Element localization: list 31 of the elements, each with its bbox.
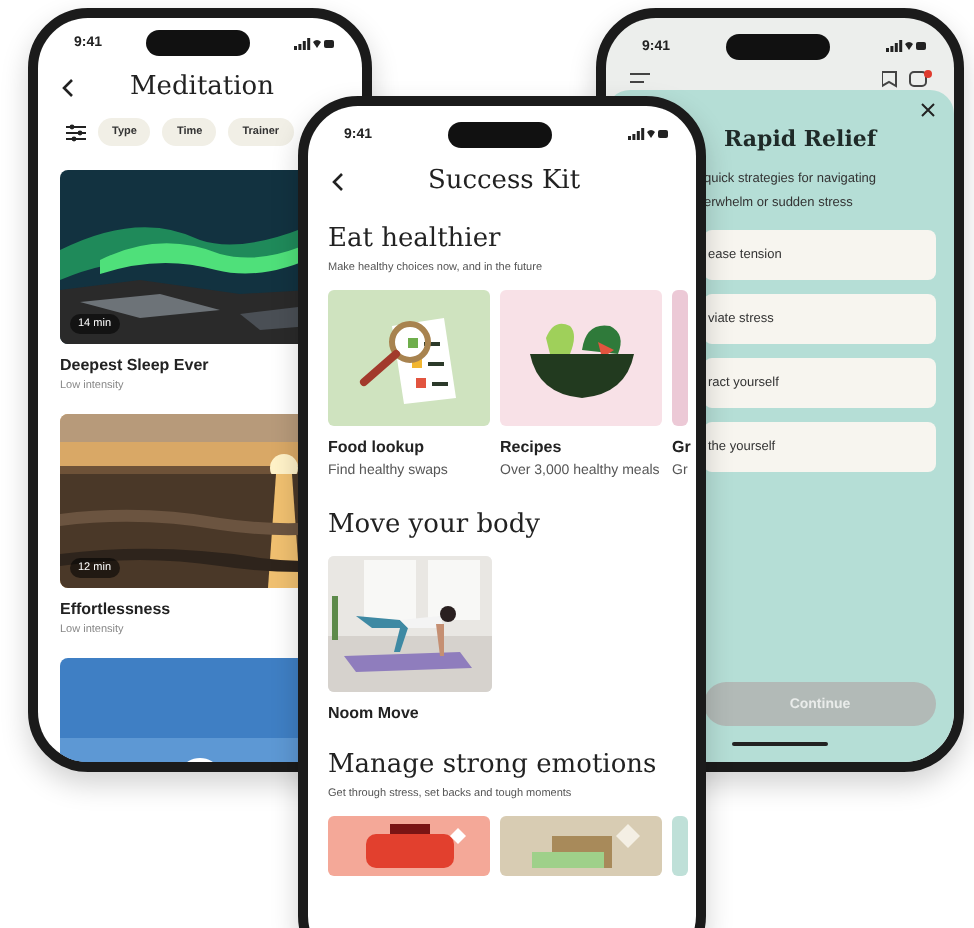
toolbar-icons[interactable] [882,69,934,87]
dynamic-island [726,33,830,59]
menu-icon[interactable] [630,72,650,84]
screen-title: Success Kit [425,166,583,196]
session-title[interactable]: Effortlessness [60,600,171,618]
card-title[interactable]: Food lookup [328,438,490,456]
filter-icon[interactable] [66,123,86,141]
signal-wifi-battery-icon [627,128,668,140]
signal-wifi-battery-icon [885,40,926,52]
session-title[interactable]: Deepest Sleep Ever [60,356,209,374]
section-heading: Manage strong emotions [328,749,659,780]
close-icon[interactable] [920,102,936,118]
card-title[interactable]: Gr [672,438,688,456]
section-heading: Move your body [328,509,543,540]
dynamic-island [146,30,250,56]
card-title[interactable]: Noom Move [328,703,492,722]
signal-wifi-battery-icon [293,37,334,49]
card-tile[interactable] [328,290,490,426]
card-tile[interactable] [500,290,662,426]
back-icon[interactable] [62,77,74,97]
section-heading: Eat healthier [328,224,503,254]
back-icon[interactable] [332,171,344,191]
card-tile[interactable] [500,815,662,876]
screen-title: Meditation [127,72,277,102]
card-tile[interactable] [672,290,688,426]
sheet-title: Rapid Relief [722,126,877,152]
dynamic-island [448,121,552,147]
card-title[interactable]: Recipes [500,438,662,456]
card-tile[interactable] [328,815,490,876]
card-tile[interactable] [672,815,688,876]
home-indicator [732,742,828,746]
